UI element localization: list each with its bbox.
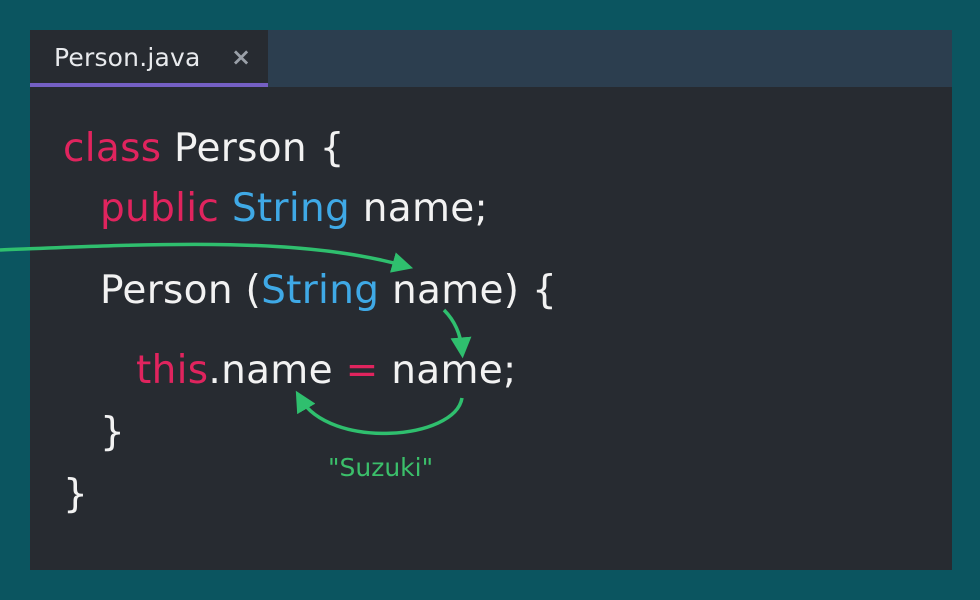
parameter-arrow bbox=[442, 308, 472, 359]
assignment-arrow bbox=[295, 390, 464, 435]
argument-arrow bbox=[0, 242, 414, 273]
flow-arrows bbox=[0, 242, 472, 435]
value-label: "Suzuki" bbox=[328, 453, 434, 482]
